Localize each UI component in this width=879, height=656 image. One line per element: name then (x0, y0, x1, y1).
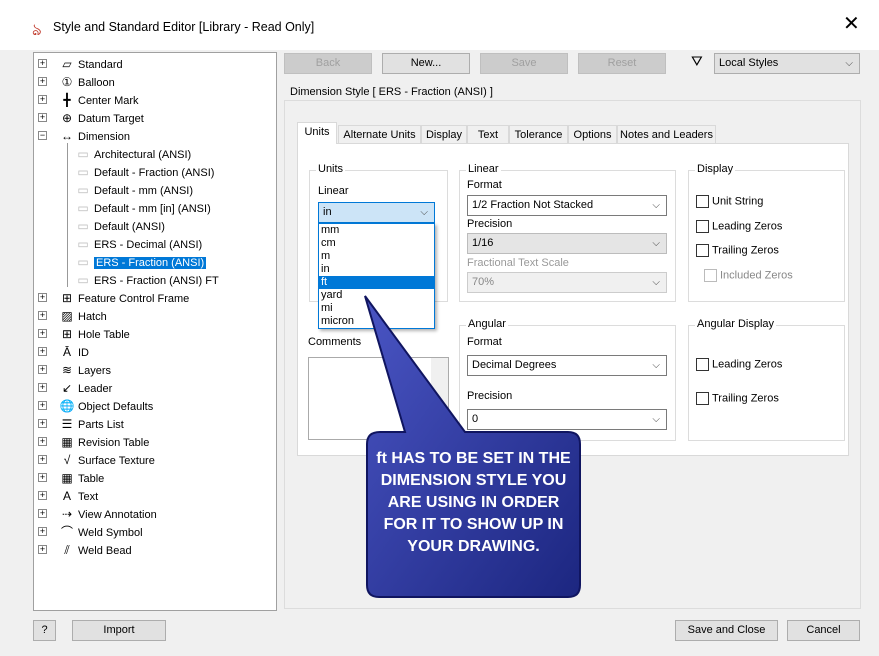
save-and-close-button[interactable]: Save and Close (675, 620, 778, 641)
help-button[interactable]: ? (33, 620, 56, 641)
callout-text: ft HAS TO BE SET IN THE DIMENSION STYLE … (376, 450, 571, 555)
cancel-button[interactable]: Cancel (787, 620, 860, 641)
import-button[interactable]: Import (72, 620, 166, 641)
